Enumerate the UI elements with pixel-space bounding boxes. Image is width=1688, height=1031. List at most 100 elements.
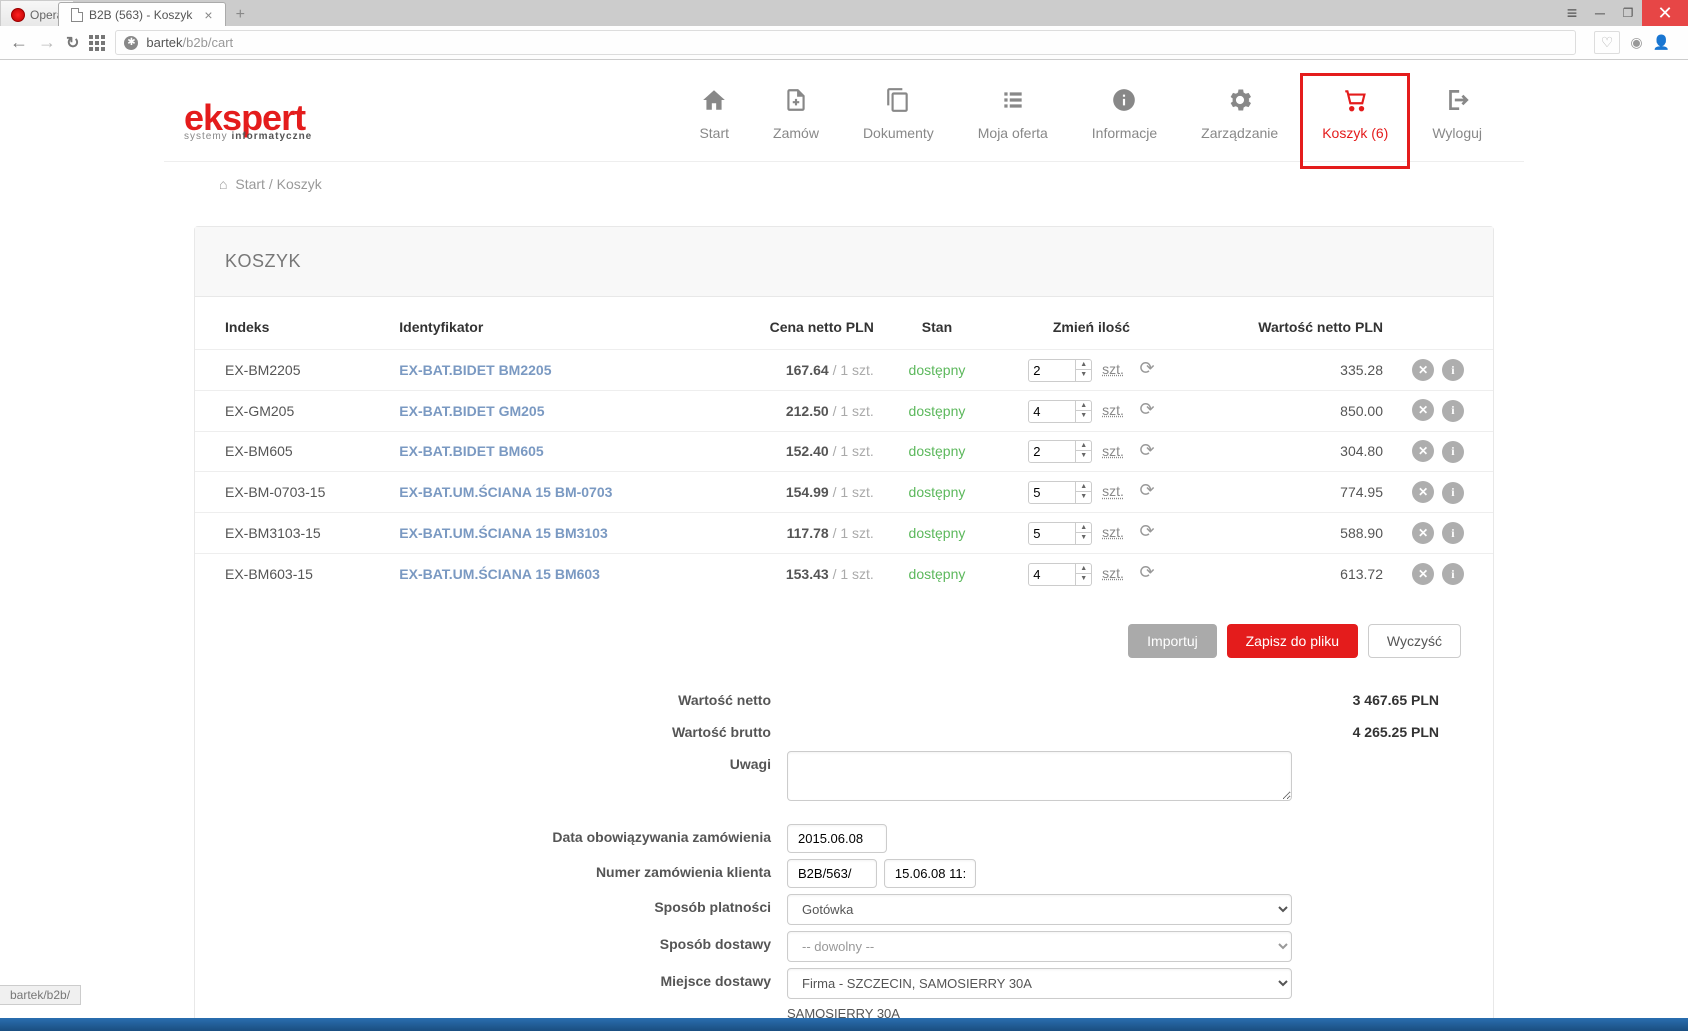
qty-up-button[interactable]: ▲ bbox=[1076, 482, 1091, 492]
order-date-input[interactable] bbox=[787, 824, 887, 853]
info-icon[interactable]: i bbox=[1442, 441, 1464, 463]
nav-item-gear[interactable]: Zarządzanie bbox=[1179, 85, 1300, 161]
url-input[interactable]: ✱ bartek/b2b/cart bbox=[115, 30, 1575, 55]
product-link[interactable]: EX-BAT.UM.ŚCIANA 15 BM603 bbox=[399, 566, 600, 582]
nav-item-home[interactable]: Start bbox=[677, 85, 751, 161]
info-icon[interactable]: i bbox=[1442, 400, 1464, 422]
remove-icon[interactable]: ✕ bbox=[1412, 440, 1434, 462]
import-button[interactable]: Importuj bbox=[1128, 624, 1217, 658]
product-link[interactable]: EX-BAT.BIDET BM605 bbox=[399, 443, 543, 459]
product-link[interactable]: EX-BAT.BIDET BM2205 bbox=[399, 362, 551, 378]
quantity-input[interactable] bbox=[1028, 481, 1076, 504]
order-time-input[interactable] bbox=[884, 859, 976, 888]
window-minimize-button[interactable] bbox=[1586, 0, 1614, 26]
refresh-icon[interactable]: ⟳ bbox=[1139, 521, 1154, 541]
nav-item-docs[interactable]: Dokumenty bbox=[841, 85, 956, 161]
remove-icon[interactable]: ✕ bbox=[1412, 481, 1434, 503]
info-icon[interactable]: i bbox=[1442, 482, 1464, 504]
product-link[interactable]: EX-BAT.BIDET GM205 bbox=[399, 403, 544, 419]
info-icon[interactable]: i bbox=[1442, 522, 1464, 544]
site-logo[interactable]: ekspert systemy informatyczne bbox=[184, 104, 312, 142]
nav-item-cart[interactable]: Koszyk (6) bbox=[1300, 73, 1410, 169]
qty-down-button[interactable]: ▼ bbox=[1076, 451, 1091, 460]
order-number-input[interactable] bbox=[787, 859, 877, 888]
unit-label[interactable]: szt. bbox=[1102, 443, 1124, 459]
product-link[interactable]: EX-BAT.UM.ŚCIANA 15 BM3103 bbox=[399, 525, 608, 541]
nav-item-logout[interactable]: Wyloguj bbox=[1410, 85, 1504, 161]
availability-status: dostępny bbox=[909, 362, 966, 378]
quantity-input[interactable] bbox=[1028, 440, 1076, 463]
unit-label[interactable]: szt. bbox=[1102, 483, 1124, 499]
qty-down-button[interactable]: ▼ bbox=[1076, 574, 1091, 583]
nav-item-list[interactable]: Moja oferta bbox=[956, 85, 1070, 161]
breadcrumb-start-link[interactable]: Start bbox=[235, 176, 265, 192]
qty-up-button[interactable]: ▲ bbox=[1076, 564, 1091, 574]
nav-item-order[interactable]: Zamów bbox=[751, 85, 841, 161]
cart-row: EX-BM603-15EX-BAT.UM.ŚCIANA 15 BM603153.… bbox=[195, 553, 1493, 593]
save-to-file-button[interactable]: Zapisz do pliku bbox=[1227, 624, 1358, 658]
comments-textarea[interactable] bbox=[787, 751, 1292, 801]
browser-menu-icon[interactable]: ≡ bbox=[1558, 0, 1586, 26]
refresh-icon[interactable]: ⟳ bbox=[1139, 358, 1154, 378]
browser-tab-active[interactable]: B2B (563) - Koszyk × bbox=[58, 2, 226, 26]
bookmark-heart-icon[interactable]: ♡ bbox=[1594, 31, 1621, 54]
refresh-icon[interactable]: ⟳ bbox=[1139, 480, 1154, 500]
qty-down-button[interactable]: ▼ bbox=[1076, 533, 1091, 542]
refresh-icon[interactable]: ⟳ bbox=[1139, 399, 1154, 419]
nav-reload-button[interactable] bbox=[66, 33, 79, 53]
window-close-button[interactable]: ✕ bbox=[1642, 0, 1688, 26]
qty-down-button[interactable]: ▼ bbox=[1076, 411, 1091, 420]
profile-icon[interactable]: 👤 bbox=[1653, 34, 1670, 51]
delivery-method-select[interactable]: -- dowolny -- bbox=[787, 931, 1292, 962]
refresh-icon[interactable]: ⟳ bbox=[1139, 440, 1154, 460]
page-viewport[interactable]: ekspert systemy informatyczne Start Zamów… bbox=[0, 60, 1688, 1018]
nav-label: Zamów bbox=[773, 125, 819, 141]
new-tab-button[interactable]: + bbox=[226, 2, 255, 26]
tab-close-icon[interactable]: × bbox=[204, 7, 212, 23]
quantity-input[interactable] bbox=[1028, 522, 1076, 545]
qty-up-button[interactable]: ▲ bbox=[1076, 360, 1091, 370]
os-taskbar[interactable] bbox=[0, 1018, 1688, 1031]
col-zmien: Zmień ilość bbox=[990, 297, 1193, 350]
logo-text: ekspert bbox=[184, 104, 312, 133]
window-maximize-button[interactable] bbox=[1614, 0, 1642, 26]
payment-select[interactable]: Gotówka bbox=[787, 894, 1292, 925]
qty-up-button[interactable]: ▲ bbox=[1076, 523, 1091, 533]
availability-status: dostępny bbox=[909, 566, 966, 582]
product-link[interactable]: EX-BAT.UM.ŚCIANA 15 BM-0703 bbox=[399, 484, 612, 500]
quantity-input[interactable] bbox=[1028, 563, 1076, 586]
info-icon[interactable]: i bbox=[1442, 563, 1464, 585]
quantity-input[interactable] bbox=[1028, 400, 1076, 423]
qty-down-button[interactable]: ▼ bbox=[1076, 370, 1091, 379]
qty-up-button[interactable]: ▲ bbox=[1076, 401, 1091, 411]
remove-icon[interactable]: ✕ bbox=[1412, 399, 1434, 421]
remove-icon[interactable]: ✕ bbox=[1412, 522, 1434, 544]
speed-dial-button[interactable] bbox=[89, 35, 105, 51]
opera-logo-icon bbox=[11, 8, 25, 22]
unit-label[interactable]: szt. bbox=[1102, 524, 1124, 540]
nav-forward-button[interactable] bbox=[38, 32, 56, 53]
remove-icon[interactable]: ✕ bbox=[1412, 359, 1434, 381]
col-cena: Cena netto PLN bbox=[712, 297, 884, 350]
unit-label[interactable]: szt. bbox=[1102, 565, 1124, 581]
unit-label[interactable]: szt. bbox=[1102, 361, 1124, 377]
home-icon: ⌂ bbox=[219, 176, 227, 192]
nav-item-info[interactable]: Informacje bbox=[1070, 85, 1179, 161]
qty-up-button[interactable]: ▲ bbox=[1076, 441, 1091, 451]
qty-down-button[interactable]: ▼ bbox=[1076, 492, 1091, 501]
site-header: ekspert systemy informatyczne Start Zamów… bbox=[164, 60, 1524, 162]
clear-button[interactable]: Wyczyść bbox=[1368, 624, 1461, 658]
sync-icon[interactable]: ◉ bbox=[1630, 34, 1642, 51]
home-icon bbox=[699, 85, 729, 115]
cart-row: EX-BM-0703-15EX-BAT.UM.ŚCIANA 15 BM-0703… bbox=[195, 472, 1493, 513]
remove-icon[interactable]: ✕ bbox=[1412, 563, 1434, 585]
nav-back-button[interactable] bbox=[10, 32, 28, 53]
info-icon[interactable]: i bbox=[1442, 359, 1464, 381]
refresh-icon[interactable]: ⟳ bbox=[1139, 562, 1154, 582]
label-brutto: Wartość brutto bbox=[227, 719, 787, 745]
delivery-place-select[interactable]: Firma - SZCZECIN, SAMOSIERRY 30A bbox=[787, 968, 1292, 999]
unit-label[interactable]: szt. bbox=[1102, 402, 1124, 418]
cell-indeks: EX-BM603-15 bbox=[195, 553, 389, 593]
quantity-input[interactable] bbox=[1028, 359, 1076, 382]
col-wartosc: Wartość netto PLN bbox=[1193, 297, 1393, 350]
